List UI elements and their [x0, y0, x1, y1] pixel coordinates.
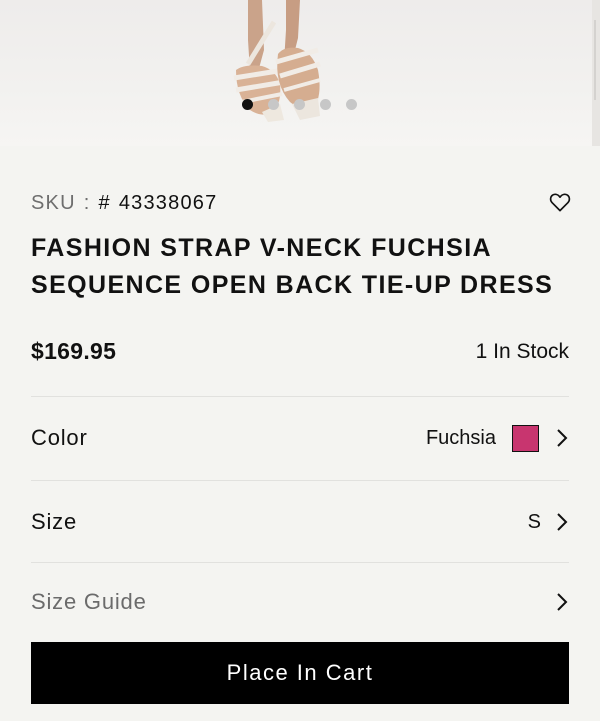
gallery-dot-2[interactable] — [268, 99, 279, 110]
size-guide-label: Size Guide — [31, 589, 147, 614]
product-title-line-1: FASHION STRAP V-NECK FUCHSIA — [31, 234, 493, 262]
size-guide-link[interactable]: Size Guide — [31, 582, 569, 622]
product-price: $169.95 — [31, 338, 117, 364]
chevron-right-icon — [555, 428, 569, 448]
color-swatch — [512, 424, 539, 452]
color-label: Color — [31, 425, 88, 450]
product-title: FASHION STRAP V-NECK FUCHSIA SEQUENCE OP… — [31, 230, 576, 304]
chevron-right-icon — [555, 592, 569, 612]
product-image-gallery[interactable] — [0, 0, 600, 146]
gallery-dot-5[interactable] — [346, 99, 357, 110]
gallery-pagination — [242, 99, 357, 110]
product-photo — [233, 0, 600, 146]
size-label: Size — [31, 509, 77, 534]
sku-value: 43338067 — [118, 191, 218, 214]
gallery-dot-1[interactable] — [242, 99, 253, 110]
heart-outline-icon — [549, 193, 571, 212]
divider — [31, 396, 569, 397]
wishlist-button[interactable] — [548, 190, 572, 214]
product-title-line-2: SEQUENCE OPEN BACK TIE-UP DRESS — [31, 271, 554, 299]
divider — [31, 562, 569, 563]
gallery-dot-3[interactable] — [294, 99, 305, 110]
size-selector[interactable]: Size S — [31, 502, 569, 542]
place-in-cart-button[interactable]: Place In Cart — [31, 642, 569, 704]
color-selector[interactable]: Color Fuchsia — [31, 418, 569, 458]
divider — [31, 480, 569, 481]
sku-row: SKU : # 43338067 — [31, 190, 217, 216]
gallery-dot-4[interactable] — [320, 99, 331, 110]
color-selector-value: Fuchsia — [425, 424, 569, 452]
stock-status: 1 In Stock — [475, 340, 569, 363]
sku-separator: : — [83, 191, 91, 214]
sku-label: SKU — [31, 191, 76, 214]
size-value: S — [527, 510, 541, 533]
color-value: Fuchsia — [425, 426, 496, 449]
sku-hash: # — [98, 191, 111, 214]
chevron-right-icon — [555, 512, 569, 532]
size-selector-value: S — [528, 511, 569, 534]
